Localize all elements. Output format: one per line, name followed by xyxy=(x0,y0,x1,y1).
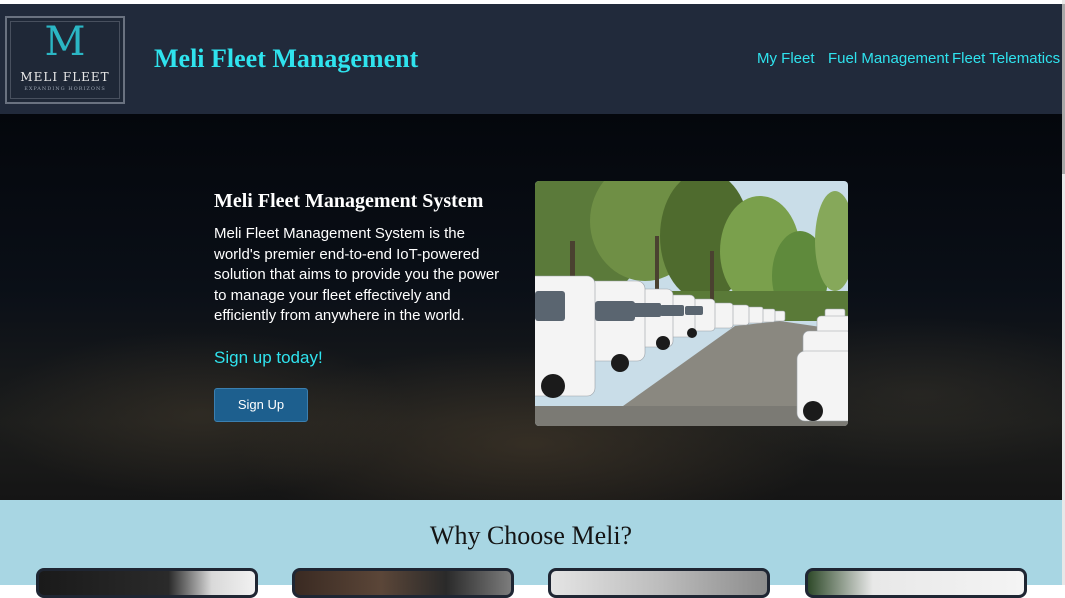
hero-description: Meli Fleet Management System is the worl… xyxy=(214,225,500,324)
feature-card-1[interactable] xyxy=(36,568,258,598)
hero-title: Meli Fleet Management System xyxy=(214,190,484,212)
why-choose-section: Why Choose Meli? xyxy=(0,500,1062,598)
nav-link-fleet-telematics[interactable]: Fleet Telematics xyxy=(952,50,1060,67)
site-header: M MELI FLEET EXPANDING HORIZONS Meli Fle… xyxy=(0,4,1062,114)
why-choose-title: Why Choose Meli? xyxy=(429,521,633,550)
logo-name: MELI FLEET xyxy=(20,70,110,84)
vans-photo xyxy=(535,181,848,426)
sign-up-button[interactable]: Sign Up xyxy=(214,388,308,422)
feature-card-2[interactable] xyxy=(292,568,514,598)
feature-card-4[interactable] xyxy=(805,568,1027,598)
nav-link-my-fleet[interactable]: My Fleet xyxy=(757,50,815,67)
signup-callout: Sign up today! xyxy=(214,348,323,367)
feature-card-3[interactable] xyxy=(548,568,770,598)
logo-tagline: EXPANDING HORIZONS xyxy=(24,86,106,92)
hero-section: Meli Fleet Management System Meli Fleet … xyxy=(0,114,1062,500)
nav-link-fuel-management[interactable]: Fuel Management xyxy=(828,50,949,67)
main-nav: My Fleet Fuel Management Fleet Telematic… xyxy=(0,50,1062,70)
